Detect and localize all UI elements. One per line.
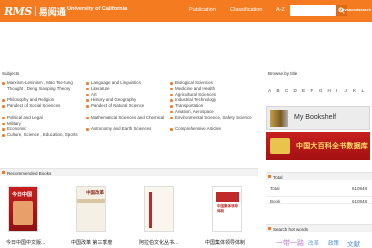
cover-band [216, 192, 239, 202]
encyclopedia-label: 中国大百科全书数据库 [296, 143, 368, 150]
book-cover[interactable]: 今日中国 [8, 186, 38, 232]
total-value: 610848 [352, 198, 368, 204]
book-cover[interactable]: 中国改革 [76, 186, 106, 232]
letter-link[interactable]: K [353, 87, 362, 95]
recommended-books-header: Recommended Books [0, 168, 258, 176]
cover-photo [13, 201, 33, 225]
nav-a-z[interactable]: A-Z [276, 7, 285, 13]
book-cover-title: 中国改革 [86, 190, 104, 195]
recommended-books-title: Recommended Books [7, 170, 52, 176]
advanced-search-link[interactable]: Advancedsearch [339, 7, 371, 12]
subject-item[interactable]: Mathematical Sciences and Chemical [86, 115, 168, 127]
subjects-column-3: Biological Sciences Medicine and Health … [170, 80, 258, 132]
letter-link[interactable]: J [345, 87, 354, 95]
letter-link[interactable]: D [294, 87, 303, 95]
bookshelf-label: My Bookshelf [294, 114, 337, 121]
university-name: University of California [67, 6, 128, 12]
encyclopedia-database-banner[interactable]: 中国大百科全书数据库 [266, 132, 370, 160]
subject-item[interactable]: Comprehensive Articles [170, 126, 258, 132]
subject-item[interactable]: Environmental Science, Safety Science [170, 115, 258, 127]
top-header: RMS 易阅通 University of California Publica… [0, 0, 372, 22]
letter-link[interactable]: H [328, 87, 337, 95]
hot-words-title: Search hot words [273, 226, 309, 232]
logo-chinese-name: 易阅通 [38, 6, 66, 17]
letter-link[interactable]: I [336, 87, 345, 95]
logo-mark: RMS [4, 4, 32, 18]
subject-item[interactable]: Marxism-Leninism , Mao Tse-tung Thought … [2, 80, 84, 97]
total-value: 610848 [352, 185, 368, 191]
total-row: Book 610848 [266, 196, 372, 204]
total-row: Total 610848 [266, 184, 372, 192]
book-caption[interactable]: 今日中国中文版... [6, 239, 45, 246]
bookshelf-icon [270, 110, 288, 127]
subject-item[interactable]: Astronomy and Earth Sciences [86, 126, 168, 138]
my-bookshelf-banner[interactable]: My Bookshelf [266, 106, 370, 130]
cover-band [77, 199, 105, 203]
total-header: Total [266, 172, 372, 180]
site-logo[interactable]: RMS 易阅通 [4, 4, 66, 18]
encyclopedia-logo-icon [270, 138, 290, 154]
hot-word-link[interactable]: 改革 [308, 239, 319, 247]
letter-link[interactable]: C [285, 87, 294, 95]
book-cover-title: 中国集体领导体制 [217, 204, 238, 213]
subjects-heading: Subjects [2, 71, 20, 76]
subject-item[interactable]: Culture, Science , Education, Sports [2, 132, 84, 138]
letter-link[interactable]: G [319, 87, 328, 95]
search-hot-words-header: Search hot words [266, 224, 372, 232]
book-cover[interactable] [144, 186, 174, 232]
hot-word-link[interactable]: 文献 [347, 238, 360, 248]
book-cover[interactable]: 中国集体领导体制 [212, 186, 242, 232]
total-title: Total [273, 174, 283, 180]
letter-link[interactable]: L [362, 87, 371, 95]
section-marker-icon [268, 175, 271, 178]
total-label: Book [270, 198, 281, 204]
browse-by-title-heading: Browse by title [268, 71, 298, 76]
hot-word-link[interactable]: 政策 [328, 239, 339, 247]
search-input[interactable] [290, 5, 336, 16]
logo-divider [34, 6, 36, 16]
subjects-column-2: Language and Linguistics Literature Art … [86, 80, 168, 138]
subject-item[interactable]: Pandect of Natural Science [86, 103, 168, 115]
letter-link[interactable]: F [311, 87, 320, 95]
subjects-column-1: Marxism-Leninism , Mao Tse-tung Thought … [2, 80, 84, 138]
nav-classification[interactable]: Classification [230, 7, 262, 13]
book-caption[interactable]: 中国改革 第三季度 [71, 239, 112, 246]
nav-publication[interactable]: Publication [189, 7, 216, 13]
letter-link[interactable]: B [277, 87, 286, 95]
hot-words-cloud: 一带一路 改革 政策 文献 [266, 238, 372, 248]
book-cover-title: 今日中国 [12, 192, 33, 198]
subject-item[interactable]: Pandect of Social Sciences [2, 103, 84, 115]
section-marker-icon [2, 171, 5, 174]
cover-stripe [149, 192, 152, 228]
book-caption[interactable]: 阿拉伯文化丛书... [139, 239, 178, 246]
hot-word-link[interactable]: 一带一路 [276, 238, 304, 248]
book-caption[interactable]: 中国集体领导体制 [205, 239, 245, 246]
section-marker-icon [268, 227, 271, 230]
letter-link[interactable]: E [302, 87, 311, 95]
letter-link[interactable]: A [268, 87, 277, 95]
total-label: Total [270, 185, 280, 191]
